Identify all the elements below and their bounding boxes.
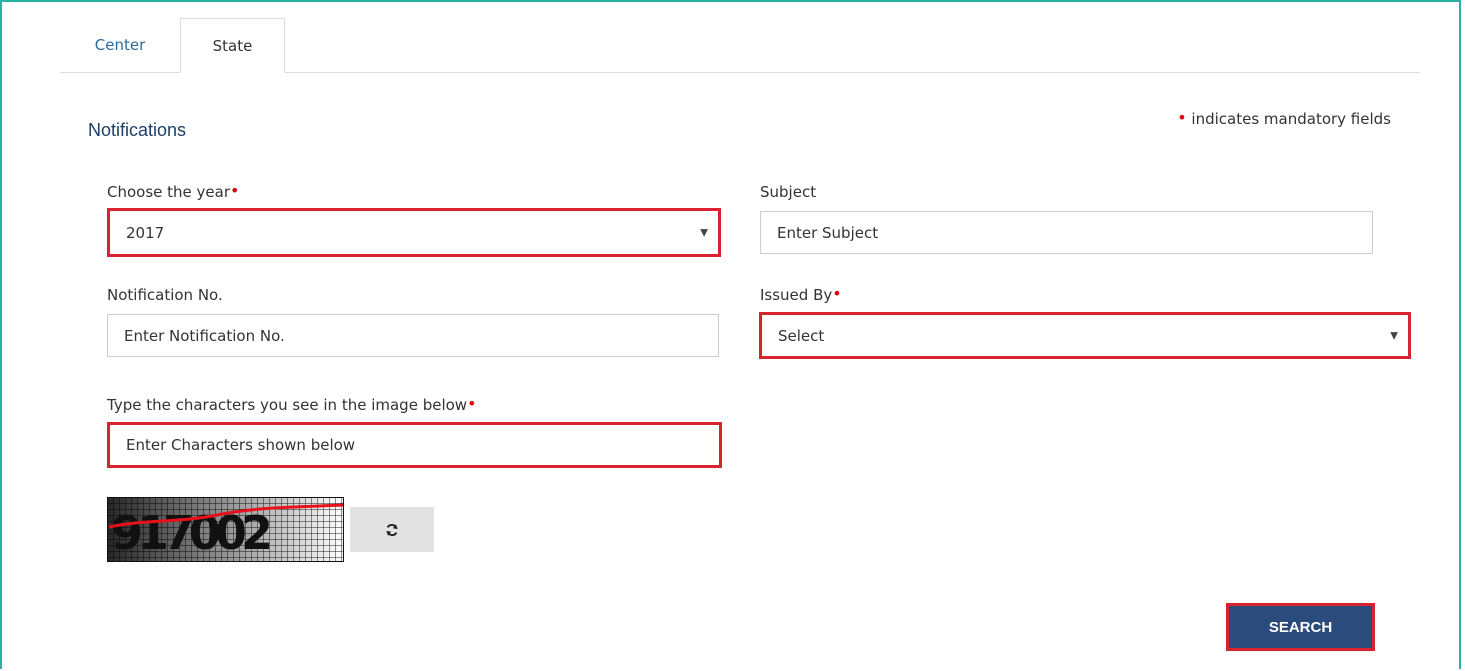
captcha-label: Type the characters you see in the image… [107, 394, 477, 415]
required-dot-icon: • [1177, 108, 1187, 127]
year-label-text: Choose the year [107, 183, 230, 201]
mandatory-note-text: indicates mandatory fields [1191, 110, 1391, 128]
page-title: Notifications [88, 120, 187, 140]
captcha-input-placeholder: Enter Characters shown below [126, 436, 356, 454]
captcha-image: 917002 [107, 497, 344, 562]
captcha-label-text: Type the characters you see in the image… [107, 396, 468, 414]
notification-no-input[interactable]: Enter Notification No. [107, 314, 719, 357]
issued-by-select-value: Select [778, 326, 825, 345]
subject-input-placeholder: Enter Subject [777, 223, 879, 242]
subject-label: Subject [760, 183, 817, 201]
subject-input[interactable]: Enter Subject [760, 211, 1373, 254]
captcha-text: 917002 [111, 506, 270, 560]
captcha-input[interactable]: Enter Characters shown below [107, 422, 722, 468]
dropdown-arrow-icon: ▼ [700, 227, 708, 238]
year-select[interactable]: 2017 ▼ [107, 208, 721, 257]
issued-by-select[interactable]: Select ▼ [759, 312, 1411, 359]
captcha-refresh-button[interactable] [350, 507, 434, 552]
required-dot-icon: • [832, 284, 842, 303]
year-label: Choose the year• [107, 181, 240, 202]
tab-state[interactable]: State [180, 18, 285, 73]
issued-by-label: Issued By• [760, 284, 842, 305]
mandatory-note: • indicates mandatory fields [1177, 108, 1391, 129]
issued-by-label-text: Issued By [760, 286, 833, 304]
tab-bar: Center State [60, 18, 1420, 73]
dropdown-arrow-icon: ▼ [1390, 330, 1398, 341]
notification-no-label: Notification No. [107, 286, 223, 304]
search-button[interactable]: SEARCH [1226, 603, 1375, 651]
required-dot-icon: • [230, 181, 240, 200]
notification-no-placeholder: Enter Notification No. [124, 326, 285, 345]
refresh-icon [386, 523, 398, 536]
tab-center[interactable]: Center [60, 18, 180, 72]
required-dot-icon: • [467, 394, 477, 413]
year-select-value: 2017 [126, 223, 165, 242]
